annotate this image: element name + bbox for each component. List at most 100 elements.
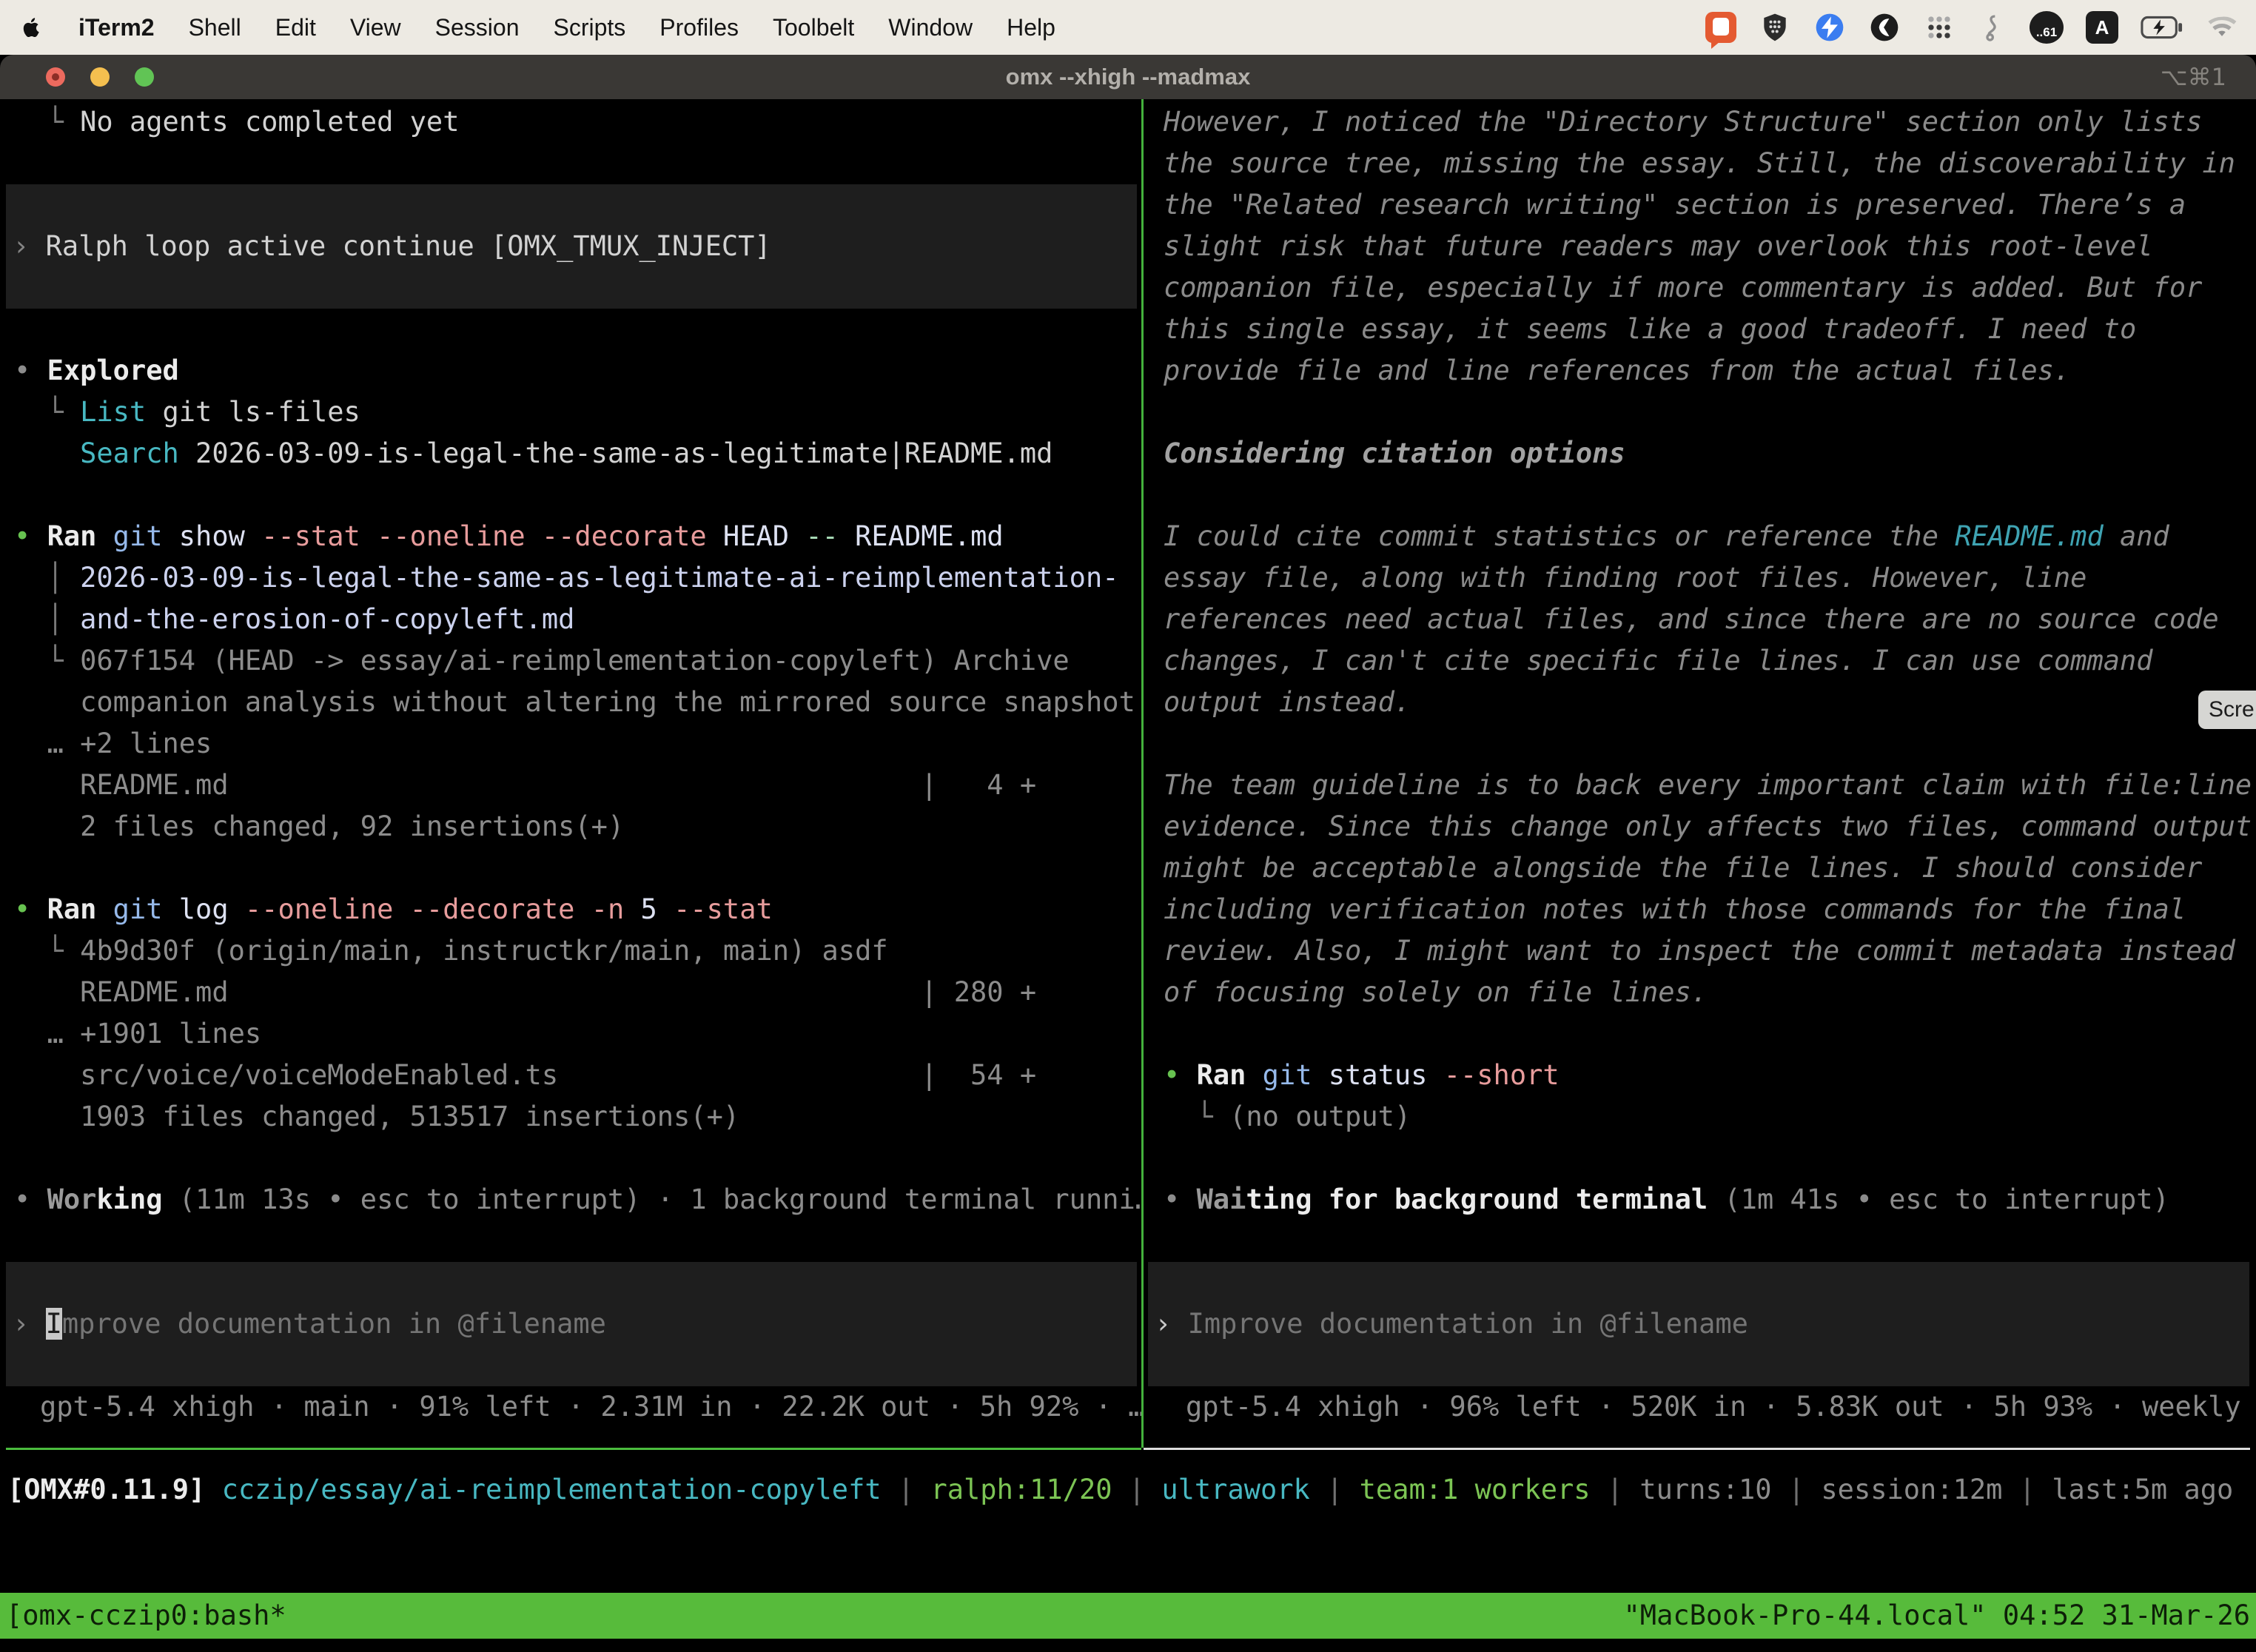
apple-menu-icon[interactable]	[18, 14, 44, 41]
blank-line	[0, 1138, 1141, 1179]
chat-app-icon[interactable]	[1705, 12, 1736, 43]
terminal-line: of focusing solely on file lines.	[1144, 972, 2256, 1013]
dark-disc-icon[interactable]	[1868, 11, 1901, 44]
terminal-line: └ 067f154 (HEAD -> essay/ai-reimplementa…	[0, 640, 1141, 682]
tmux-host-clock: "MacBook-Pro-44.local" 04:52 31-Mar-26	[1624, 1593, 2250, 1639]
terminal-line: the "Related research writing" section i…	[1144, 184, 2256, 226]
terminal-line: README.md | 280 +	[0, 972, 1141, 1013]
blank-line	[1144, 1013, 2256, 1055]
screen: iTerm2 Shell Edit View Session Scripts Profile…	[0, 0, 2256, 1652]
terminal-line: review. Also, I might want to inspect th…	[1144, 930, 2256, 972]
menu-item-scripts[interactable]: Scripts	[553, 14, 625, 41]
right-pane-separator	[1144, 1448, 2250, 1450]
menu-bar-status-icons: ..61 A	[1705, 11, 2238, 44]
pane-status-line: gpt-5.4 xhigh · 96% left · 520K in · 5.8…	[1144, 1386, 2256, 1428]
battery-icon[interactable]	[2141, 16, 2183, 39]
terminal-line: 1903 files changed, 513517 insertions(+)	[0, 1096, 1141, 1138]
blank-line	[0, 143, 1141, 184]
terminal-line: └ List git ls-files	[0, 392, 1141, 433]
prompt-input[interactable]: › Improve documentation in @filename	[1148, 1262, 2249, 1386]
blank-line	[0, 1220, 1141, 1262]
terminal-line: The team guideline is to back every impo…	[1144, 765, 2256, 806]
terminal-line: src/voice/voiceModeEnabled.ts | 54 +	[0, 1055, 1141, 1096]
tmux-status-bar: [omx-cczip0:bash* "MacBook-Pro-44.local"…	[0, 1593, 2256, 1639]
disc-61-icon[interactable]: ..61	[2030, 11, 2064, 44]
menu-item-shell[interactable]: Shell	[189, 14, 241, 41]
squiggle-icon[interactable]	[1978, 11, 2007, 44]
blank-line	[1144, 723, 2256, 765]
terminal-line: • Explored	[0, 350, 1141, 392]
terminal-line: │ and-the-erosion-of-copyleft.md	[0, 599, 1141, 640]
prompt-line: › Improve documentation in @filename	[1148, 1303, 2249, 1345]
terminal-line: changes, I can't cite specific file line…	[1144, 640, 2256, 682]
terminal-line: • Working (11m 13s • esc to interrupt) ·…	[0, 1179, 1141, 1220]
zoom-button[interactable]	[135, 67, 154, 87]
terminal-line: output instead.	[1144, 682, 2256, 723]
blank-line	[1144, 1138, 2256, 1179]
pane-status-line: gpt-5.4 xhigh · main · 91% left · 2.31M …	[0, 1386, 1141, 1428]
blank-line	[0, 474, 1141, 516]
terminal-line: companion file, especially if more comme…	[1144, 267, 2256, 309]
terminal-line: provide file and line references from th…	[1144, 350, 2256, 392]
left-pane[interactable]: └ No agents completed yet › Ralph loop ac…	[0, 99, 1141, 1428]
terminal-line: Search 2026-03-09-is-legal-the-same-as-l…	[0, 433, 1141, 474]
close-button[interactable]	[46, 67, 65, 87]
prompt-line: › Improve documentation in @filename	[6, 1303, 1137, 1345]
menu-item-window[interactable]: Window	[888, 14, 973, 41]
terminal-line: … +1901 lines	[0, 1013, 1141, 1055]
menu-item-session[interactable]: Session	[435, 14, 520, 41]
blank-line	[1144, 474, 2256, 516]
inject-line: › Ralph loop active continue [OMX_TMUX_I…	[6, 226, 1137, 267]
menu-bar: iTerm2 Shell Edit View Session Scripts Profile…	[0, 0, 2256, 55]
window-title: omx --xhigh --madmax	[1006, 64, 1251, 90]
a-badge-icon[interactable]: A	[2086, 11, 2118, 44]
terminal-line: might be acceptable alongside the file l…	[1144, 847, 2256, 889]
menu-item-toolbelt[interactable]: Toolbelt	[773, 14, 854, 41]
window-title-bar[interactable]: omx --xhigh --madmax ⌥⌘1	[0, 55, 2256, 99]
terminal-line: • Ran git log --oneline --decorate -n 5 …	[0, 889, 1141, 930]
window-shortcut-hint: ⌥⌘1	[2161, 63, 2226, 91]
terminal-line: However, I noticed the "Directory Struct…	[1144, 101, 2256, 143]
menu-item-edit[interactable]: Edit	[275, 14, 316, 41]
menu-item-view[interactable]: View	[350, 14, 401, 41]
terminal-line: references need actual files, and since …	[1144, 599, 2256, 640]
blank-line	[1144, 392, 2256, 433]
terminal-line: I could cite commit statistics or refere…	[1144, 516, 2256, 557]
terminal-content[interactable]: └ No agents completed yet › Ralph loop ac…	[0, 99, 2256, 1593]
terminal-line: • Ran git status --short	[1144, 1055, 2256, 1096]
blank-line	[0, 847, 1141, 889]
blank-line	[0, 309, 1141, 350]
tmux-session-label: [omx-cczip0:bash*	[6, 1593, 286, 1639]
terminal-line: └ 4b9d30f (origin/main, instructkr/main,…	[0, 930, 1141, 972]
terminal-line: the source tree, missing the essay. Stil…	[1144, 143, 2256, 184]
prompt-input[interactable]: › Improve documentation in @filename	[6, 1262, 1137, 1386]
terminal-line: Considering citation options	[1144, 433, 2256, 474]
terminal-window: omx --xhigh --madmax ⌥⌘1 └ No agents com…	[0, 55, 2256, 1639]
wifi-icon[interactable]	[2206, 15, 2238, 40]
right-pane[interactable]: However, I noticed the "Directory Struct…	[1144, 99, 2256, 1428]
blank-line	[1144, 1220, 2256, 1262]
inject-box: › Ralph loop active continue [OMX_TMUX_I…	[6, 184, 1137, 309]
terminal-line: including verification notes with those …	[1144, 889, 2256, 930]
traffic-lights	[46, 55, 154, 99]
menu-item-iterm2[interactable]: iTerm2	[78, 14, 155, 41]
left-pane-separator	[6, 1448, 1141, 1450]
terminal-line: essay file, along with finding root file…	[1144, 557, 2256, 599]
terminal-line: │ 2026-03-09-is-legal-the-same-as-legiti…	[0, 557, 1141, 599]
terminal-line: 2 files changed, 92 insertions(+)	[0, 806, 1141, 847]
blue-badge-icon[interactable]	[1813, 11, 1846, 44]
terminal-line: evidence. Since this change only affects…	[1144, 806, 2256, 847]
minimize-button[interactable]	[90, 67, 110, 87]
shield-grid-icon[interactable]	[1759, 11, 1791, 44]
terminal-line: • Ran git show --stat --oneline --decora…	[0, 516, 1141, 557]
terminal-line: • Waiting for background terminal (1m 41…	[1144, 1179, 2256, 1220]
menu-item-help[interactable]: Help	[1007, 14, 1055, 41]
screen-overlay-tab[interactable]: Scre	[2198, 691, 2256, 729]
terminal-line: README.md | 4 +	[0, 765, 1141, 806]
terminal-line: └ (no output)	[1144, 1096, 2256, 1138]
terminal-line: companion analysis without altering the …	[0, 682, 1141, 723]
dots-grid-icon[interactable]	[1923, 11, 1955, 44]
terminal-line: └ No agents completed yet	[0, 101, 1141, 143]
terminal-line: slight risk that future readers may over…	[1144, 226, 2256, 267]
menu-item-profiles[interactable]: Profiles	[659, 14, 739, 41]
